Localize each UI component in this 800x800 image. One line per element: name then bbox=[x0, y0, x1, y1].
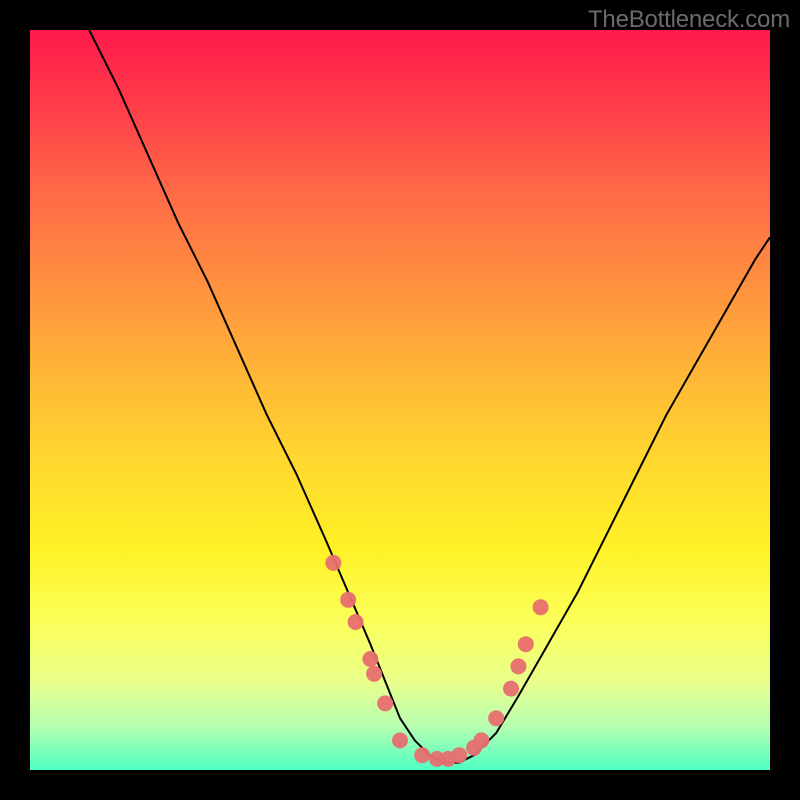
scatter-dot bbox=[340, 592, 356, 608]
chart-area bbox=[30, 30, 770, 770]
scatter-dot bbox=[503, 681, 519, 697]
scatter-dot bbox=[325, 555, 341, 571]
scatter-dot bbox=[473, 732, 489, 748]
chart-svg bbox=[30, 30, 770, 770]
scatter-dot bbox=[488, 710, 504, 726]
scatter-dot bbox=[392, 732, 408, 748]
scatter-dots bbox=[325, 555, 548, 767]
scatter-dot bbox=[451, 747, 467, 763]
scatter-dot bbox=[377, 695, 393, 711]
bottleneck-curve bbox=[89, 30, 770, 763]
scatter-dot bbox=[533, 599, 549, 615]
scatter-dot bbox=[362, 651, 378, 667]
scatter-dot bbox=[348, 614, 364, 630]
scatter-dot bbox=[510, 658, 526, 674]
scatter-dot bbox=[518, 636, 534, 652]
watermark-text: TheBottleneck.com bbox=[588, 6, 790, 34]
scatter-dot bbox=[414, 747, 430, 763]
scatter-dot bbox=[366, 666, 382, 682]
